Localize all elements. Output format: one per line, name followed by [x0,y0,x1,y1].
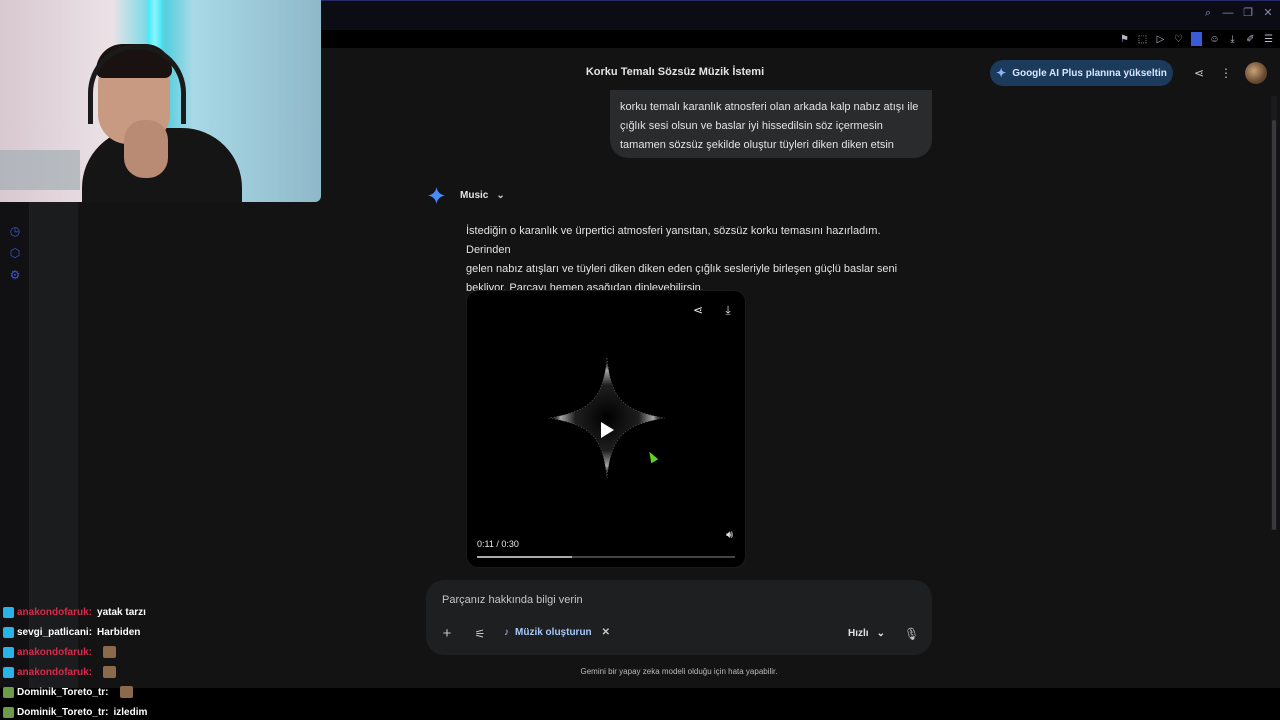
user-message-line: tamamen sözsüz şekilde oluştur tüyleri d… [620,139,894,151]
close-icon[interactable]: ✕ [602,627,610,638]
chat-badge-icon [3,606,14,618]
bookmark-icon[interactable]: ⚑ [1119,34,1130,45]
volume-icon[interactable]: 🔊︎ [726,529,733,542]
chat-username: anakondofaruk: [17,646,93,658]
disclaimer: Gemini bir yapay zeka modeli olduğu için… [580,667,778,676]
more-options-icon[interactable]: ⋮ [1219,66,1233,80]
extension-icon[interactable]: ⬡ [8,246,22,260]
response-line: gelen nabız atışları ve tüyleri diken di… [466,263,898,275]
upgrade-label: Google AI Plus planına yükseltin [1012,67,1167,79]
progress-fill [477,556,572,558]
upgrade-button[interactable]: ✦ Google AI Plus planına yükseltin [990,60,1173,86]
speed-label: Hızlı [848,628,869,639]
play-button[interactable] [599,421,615,439]
microphone-icon[interactable]: 🎙︎ [904,627,919,641]
profile-icon[interactable]: ☺ [1209,34,1220,45]
chat-message: anakondofaruk: yatak tarzı [3,602,263,622]
prompt-input[interactable]: Parçanız hakkında bilgi verin [442,594,583,606]
emote-icon [103,646,117,658]
progress-bar[interactable] [477,556,735,558]
chat-username: anakondofaruk: [17,666,93,678]
window-controls: ⌕ — ❐ ✕ [1202,7,1274,19]
add-icon[interactable]: + [440,626,454,641]
play-icon[interactable]: ▷ [1155,34,1166,45]
model-selector[interactable]: Music ⌄ [460,190,505,201]
music-player: ⋖ ⤓ 0:11 / 0:30 🔊︎ [466,290,746,568]
chat-badge-icon [3,646,14,658]
prompt-box[interactable] [426,580,932,655]
playback-time: 0:11 / 0:30 [477,539,519,549]
chat-text: yatak tarzı [97,606,146,618]
music-chip[interactable]: ♪ Müzik oluşturun ✕ [504,627,610,638]
screenshot-icon[interactable]: ⬚ [1137,34,1148,45]
chat-badge-icon [3,706,14,718]
chat-badge-icon [3,686,14,698]
tools-icon[interactable]: ⚟ [473,627,487,641]
music-visualizer [548,357,666,479]
share-icon[interactable]: ⋖ [1192,66,1206,80]
chat-text: Harbiden [97,626,141,638]
user-message: korku temalı karanlık atnosferi olan ark… [610,90,932,158]
browser-toolbar: ⚑ ⬚ ▷ ♡ ☺ ⤓ ✐ ☰ [1119,30,1274,48]
clock-icon[interactable]: ◷ [8,224,22,238]
avatar[interactable] [1245,62,1267,84]
webcam-overlay [0,0,321,202]
download-icon[interactable]: ⤓ [1227,34,1238,45]
restore-icon[interactable]: ❐ [1242,7,1254,19]
emote-icon [103,666,117,678]
heart-icon[interactable]: ♡ [1173,34,1184,45]
toolbar-separator [1191,32,1202,46]
page-title: Korku Temalı Sözsüz Müzik İstemi [585,66,765,78]
chat-text: izledim [113,706,148,718]
chevron-down-icon: ⌄ [876,628,885,639]
chat-message: Dominik_Toreto_tr: [3,682,263,702]
chat-badge-icon [3,666,14,678]
emote-icon [119,686,133,698]
share-icon[interactable]: ⋖ [691,303,705,317]
chevron-down-icon: ⌄ [496,190,505,201]
chat-badge-icon [3,626,14,638]
chat-message: anakondofaruk: [3,662,263,682]
minimize-icon[interactable]: — [1222,7,1234,19]
user-message-line: korku temalı karanlık atnosferi olan ark… [620,101,919,113]
chat-username: Dominik_Toreto_tr: [17,686,109,698]
model-response: İstediğin o karanlık ve ürpertici atmosf… [466,222,926,298]
settings-icon[interactable]: ⚙ [8,268,22,282]
chat-username: sevgi_patlicani: [17,626,93,638]
chat-message: sevgi_patlicani: Harbiden [3,622,263,642]
speed-selector[interactable]: Hızlı ⌄ [848,628,885,639]
model-label: Music [460,190,489,201]
stream-chat: anakondofaruk: yatak tarzı sevgi_patlicani… [3,602,263,720]
menu-icon[interactable]: ☰ [1263,34,1274,45]
user-message-line: çığlık sesi olsun ve baslar iyi hissedil… [620,120,883,132]
download-icon[interactable]: ⤓ [721,303,735,317]
music-note-icon: ♪ [504,627,509,638]
response-line: İstediğin o karanlık ve ürpertici atmosf… [466,225,881,256]
close-icon[interactable]: ✕ [1262,7,1274,19]
chat-username: anakondofaruk: [17,606,93,618]
search-icon[interactable]: ⌕ [1202,7,1214,19]
chat-message: Dominik_Toreto_tr: izledim [3,702,263,720]
spark-icon: ✦ [996,66,1007,80]
ai-icon[interactable]: ✐ [1245,34,1256,45]
scrollbar-thumb[interactable] [1272,120,1276,530]
gemini-star-icon [428,187,445,204]
chat-message: anakondofaruk: [3,642,263,662]
chat-username: Dominik_Toreto_tr: [17,706,109,718]
music-chip-label: Müzik oluşturun [515,627,592,638]
